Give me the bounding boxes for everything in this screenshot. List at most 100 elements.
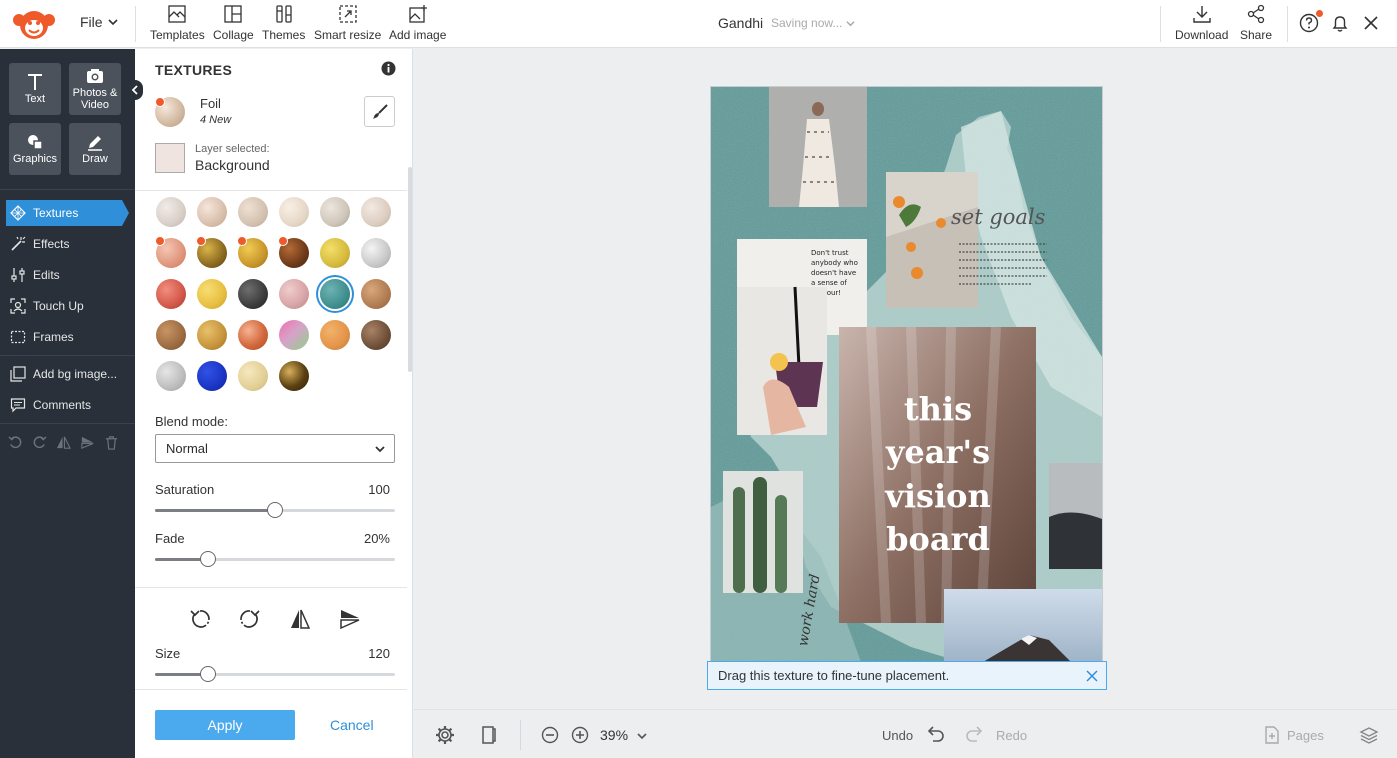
- blend-mode-select[interactable]: Normal: [155, 434, 395, 463]
- texture-swatch[interactable]: [197, 320, 227, 350]
- nav-item-edits[interactable]: Edits: [6, 262, 122, 288]
- texture-swatch[interactable]: [279, 197, 309, 227]
- texture-swatch[interactable]: [320, 197, 350, 227]
- rotate-left-icon[interactable]: [188, 607, 212, 631]
- camera-icon: [87, 69, 103, 83]
- flip-horizontal-icon[interactable]: [288, 607, 312, 631]
- new-badge-dot: [155, 97, 165, 107]
- nav-item-comments[interactable]: Comments: [6, 392, 122, 418]
- close-icon[interactable]: [1086, 670, 1098, 682]
- pages-button[interactable]: Pages: [1287, 728, 1324, 743]
- cancel-button[interactable]: Cancel: [330, 717, 374, 733]
- texture-swatch[interactable]: [238, 320, 268, 350]
- slider-handle[interactable]: [267, 502, 283, 518]
- collage-icon: [224, 5, 242, 23]
- saturation-slider[interactable]: [155, 502, 395, 518]
- slider-handle[interactable]: [199, 666, 216, 682]
- add-image-button[interactable]: Add image: [389, 4, 446, 44]
- nav-item-frames[interactable]: Frames: [6, 324, 122, 350]
- panel-scrollbar[interactable]: [408, 167, 412, 372]
- texture-swatch[interactable]: [320, 279, 350, 309]
- nav-item-label: Textures: [33, 206, 79, 220]
- texture-swatch[interactable]: [156, 320, 186, 350]
- share-button[interactable]: Share: [1240, 4, 1272, 44]
- texture-swatch[interactable]: [361, 238, 391, 268]
- texture-swatch[interactable]: [238, 197, 268, 227]
- nav-item-add-bg-image[interactable]: Add bg image...: [6, 361, 122, 387]
- draw-button[interactable]: Draw: [69, 123, 121, 175]
- graphics-button[interactable]: Graphics: [9, 123, 61, 175]
- add-image-icon: [409, 5, 427, 23]
- collage-button[interactable]: Collage: [213, 4, 254, 44]
- category-name[interactable]: Foil: [200, 96, 221, 111]
- add-page-icon[interactable]: [1262, 725, 1282, 745]
- quote-line: Don't trust: [811, 249, 849, 257]
- texture-swatch[interactable]: [279, 320, 309, 350]
- info-icon[interactable]: [381, 61, 396, 76]
- bell-icon[interactable]: [1329, 12, 1351, 34]
- nav-item-effects[interactable]: Effects: [6, 231, 122, 257]
- undo-icon[interactable]: [8, 435, 23, 450]
- page-view-icon[interactable]: [479, 725, 499, 745]
- redo-icon[interactable]: [965, 725, 985, 745]
- file-menu-button[interactable]: File: [80, 14, 118, 30]
- texture-swatch[interactable]: [156, 361, 186, 391]
- texture-swatch[interactable]: [237, 236, 268, 268]
- design-artboard[interactable]: set goals Don't trust anybody who doesn'…: [711, 87, 1102, 662]
- texture-swatch[interactable]: [156, 197, 186, 227]
- nav-item-touch-up[interactable]: Touch Up: [6, 293, 122, 319]
- fade-slider[interactable]: [155, 551, 395, 567]
- picmonkey-logo-icon[interactable]: [10, 6, 58, 42]
- gear-icon[interactable]: [435, 725, 455, 745]
- lemon-slice: [770, 353, 788, 371]
- texture-swatch[interactable]: [196, 236, 227, 268]
- close-icon[interactable]: [1360, 12, 1382, 34]
- chevron-down-icon[interactable]: [636, 730, 648, 742]
- texture-swatch[interactable]: [155, 236, 186, 268]
- zoom-level[interactable]: 39%: [600, 727, 628, 743]
- undo-icon[interactable]: [925, 725, 945, 745]
- texture-swatch[interactable]: [320, 238, 350, 268]
- slider-handle[interactable]: [199, 551, 216, 567]
- zoom-out-icon[interactable]: [541, 726, 559, 744]
- document-title[interactable]: Gandhi: [718, 15, 763, 31]
- texture-swatch[interactable]: [238, 361, 268, 391]
- texture-swatch[interactable]: [320, 320, 350, 350]
- saving-status[interactable]: Saving now...: [771, 16, 855, 30]
- texture-swatch[interactable]: [197, 279, 227, 309]
- redo-button[interactable]: Redo: [996, 728, 1027, 743]
- text-tool-button[interactable]: Text: [9, 63, 61, 115]
- chevron-down-icon: [846, 20, 855, 26]
- layers-icon[interactable]: [1359, 725, 1379, 745]
- trash-icon[interactable]: [104, 435, 119, 450]
- texture-swatch[interactable]: [197, 197, 227, 227]
- texture-swatch[interactable]: [361, 320, 391, 350]
- apply-button[interactable]: Apply: [155, 710, 295, 740]
- smart-resize-button[interactable]: Smart resize: [314, 4, 381, 44]
- undo-button[interactable]: Undo: [882, 728, 913, 743]
- zoom-in-icon[interactable]: [571, 726, 589, 744]
- texture-swatch[interactable]: [279, 279, 309, 309]
- headline-line: this: [904, 390, 972, 428]
- texture-swatch[interactable]: [278, 236, 309, 268]
- texture-brush-button[interactable]: [364, 96, 395, 127]
- new-badge-dot: [196, 236, 206, 246]
- texture-swatch[interactable]: [279, 361, 309, 391]
- texture-swatch[interactable]: [361, 279, 391, 309]
- nav-item-textures[interactable]: Textures: [6, 200, 129, 226]
- flip-vertical-icon[interactable]: [80, 435, 95, 450]
- themes-button[interactable]: Themes: [262, 4, 305, 44]
- texture-swatch[interactable]: [197, 361, 227, 391]
- texture-swatch[interactable]: [361, 197, 391, 227]
- templates-button[interactable]: Templates: [150, 4, 205, 44]
- size-slider[interactable]: [155, 666, 395, 682]
- texture-swatch[interactable]: [238, 279, 268, 309]
- collapse-panel-button[interactable]: [127, 80, 143, 100]
- texture-swatch[interactable]: [156, 279, 186, 309]
- photos-video-button[interactable]: Photos & Video: [69, 63, 121, 115]
- download-button[interactable]: Download: [1175, 4, 1228, 44]
- rotate-right-icon[interactable]: [238, 607, 262, 631]
- flip-horizontal-icon[interactable]: [56, 435, 71, 450]
- redo-icon[interactable]: [32, 435, 47, 450]
- flip-vertical-icon[interactable]: [338, 607, 362, 631]
